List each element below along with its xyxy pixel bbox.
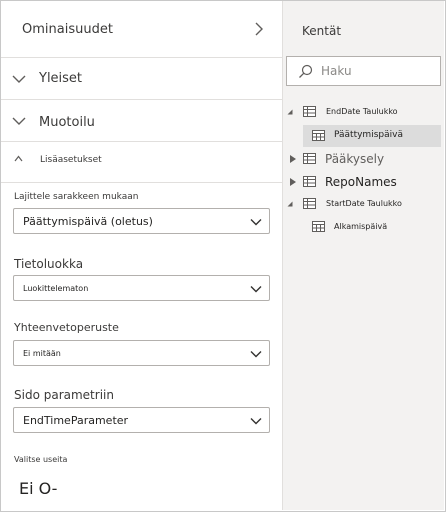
tree-item-startdate-table[interactable]: StartDate Taulukko xyxy=(283,193,444,215)
properties-header: Ominaisuudet xyxy=(1,1,282,58)
sort-by-select[interactable]: Päättymispäivä (oletus) xyxy=(13,208,270,234)
calendar-field-icon xyxy=(312,221,325,232)
chevron-down-icon xyxy=(12,117,26,125)
properties-title: Ominaisuudet xyxy=(22,22,113,37)
caret-right-icon xyxy=(290,178,296,186)
chevron-right-icon[interactable] xyxy=(252,21,266,37)
section-general[interactable]: Yleiset xyxy=(1,58,282,100)
data-category-select[interactable]: Luokittelematon xyxy=(13,275,270,301)
tree-item-label: StartDate Taulukko xyxy=(326,199,402,208)
tree-field-end-date[interactable]: Päättymispäivä xyxy=(303,125,441,147)
chevron-down-icon xyxy=(12,75,26,83)
section-formatting-label: Muotoilu xyxy=(39,115,95,130)
tree-item-main-query[interactable]: Pääkysely xyxy=(283,148,444,170)
properties-pane: Ominaisuudet Yleiset Muotoilu Lisäasetuk… xyxy=(1,1,283,510)
tree-item-label: RepoNames xyxy=(325,175,397,189)
tree-item-enddate-table[interactable]: EndDate Taulukko xyxy=(283,101,444,123)
summarize-by-label: Yhteenvetoperuste xyxy=(14,321,119,334)
fields-search-box[interactable] xyxy=(286,56,441,86)
tree-item-label: EndDate Taulukko xyxy=(326,107,398,116)
bind-parameter-label: Sido parametriin xyxy=(14,388,114,402)
data-category-value: Luokittelematon xyxy=(23,284,89,293)
table-icon xyxy=(303,176,316,187)
chevron-down-icon xyxy=(250,286,262,293)
calendar-field-icon xyxy=(312,130,325,141)
section-formatting[interactable]: Muotoilu xyxy=(1,100,282,142)
tree-item-repo-names[interactable]: RepoNames xyxy=(283,171,444,193)
caret-right-icon xyxy=(290,155,296,163)
tree-item-label: Päättymispäivä xyxy=(334,130,403,140)
bind-parameter-select[interactable]: EndTimeParameter xyxy=(13,407,270,433)
summarize-by-value: Ei mitään xyxy=(23,349,61,358)
chevron-down-icon xyxy=(250,418,262,425)
summarize-by-select[interactable]: Ei mitään xyxy=(13,340,270,366)
chevron-up-icon xyxy=(14,155,23,162)
caret-down-icon xyxy=(287,109,293,115)
fields-title: Kentät xyxy=(302,24,342,38)
data-category-label: Tietoluokka xyxy=(14,257,84,271)
chevron-down-icon xyxy=(250,351,262,358)
bind-parameter-value: EndTimeParameter xyxy=(23,414,129,427)
tree-item-label: Pääkysely xyxy=(325,152,385,166)
search-icon xyxy=(299,64,313,78)
multi-select-label: Valitse useita xyxy=(14,455,68,464)
table-icon xyxy=(303,153,316,164)
fields-pane: Kentät EndDate Taulukko Päättymispäivä xyxy=(283,1,444,510)
table-icon xyxy=(303,106,316,117)
caret-down-icon xyxy=(287,201,293,207)
table-icon xyxy=(303,198,316,209)
search-input[interactable] xyxy=(321,62,431,80)
multi-select-toggle[interactable]: Ei O- xyxy=(19,479,57,498)
chevron-down-icon xyxy=(250,219,262,226)
section-advanced[interactable]: Lisäasetukset xyxy=(1,142,282,183)
sort-by-label: Lajittele sarakkeen mukaan xyxy=(14,192,139,202)
tree-field-start-date[interactable]: Alkamispäivä xyxy=(303,216,441,238)
sort-by-value: Päättymispäivä (oletus) xyxy=(23,215,153,228)
section-general-label: Yleiset xyxy=(39,71,83,86)
tree-item-label: Alkamispäivä xyxy=(334,222,388,231)
section-advanced-label: Lisäasetukset xyxy=(40,155,102,165)
